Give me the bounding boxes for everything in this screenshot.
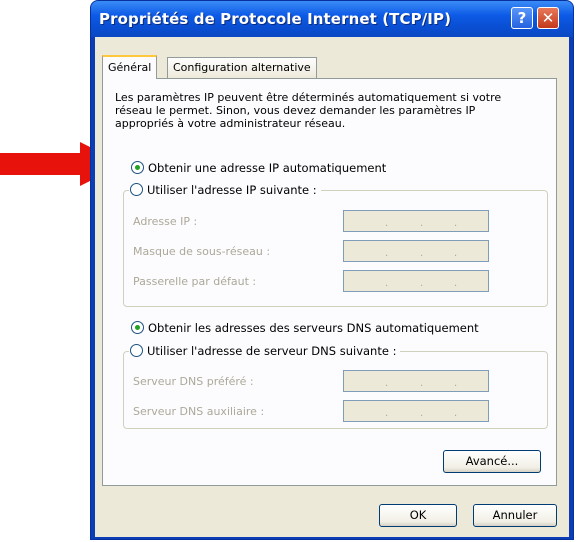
intro-text: Les paramètres IP peuvent être déterminé…: [115, 91, 502, 130]
radio-use-following-ip-label: Utiliser l'adresse IP suivante :: [147, 183, 317, 197]
subnet-mask-input[interactable]: ...: [343, 240, 489, 262]
radio-obtain-ip-auto-label: Obtenir une adresse IP automatiquement: [148, 161, 387, 175]
title-bar: Propriétés de Protocole Internet (TCP/IP…: [91, 1, 573, 37]
alternate-dns-label: Serveur DNS auxiliaire :: [133, 405, 265, 418]
window-title: Propriétés de Protocole Internet (TCP/IP…: [99, 10, 452, 28]
subnet-mask-label: Masque de sous-réseau :: [133, 245, 271, 258]
default-gateway-input[interactable]: ...: [343, 270, 489, 292]
tab-alternate-configuration[interactable]: Configuration alternative: [167, 57, 317, 79]
ip-address-label: Adresse IP :: [133, 215, 198, 228]
preferred-dns-input[interactable]: ...: [343, 370, 489, 392]
radio-selected-icon: [131, 161, 144, 174]
tcpip-properties-dialog: Propriétés de Protocole Internet (TCP/IP…: [90, 0, 574, 540]
alternate-dns-input[interactable]: ...: [343, 400, 489, 422]
ok-button[interactable]: OK: [379, 504, 457, 527]
help-icon[interactable]: ?: [511, 7, 533, 29]
radio-obtain-ip-auto[interactable]: Obtenir une adresse IP automatiquement: [131, 161, 386, 175]
radio-obtain-dns-auto[interactable]: Obtenir les adresses des serveurs DNS au…: [131, 321, 479, 335]
radio-use-following-dns[interactable]: Utiliser l'adresse de serveur DNS suivan…: [129, 344, 401, 358]
preferred-dns-label: Serveur DNS préféré :: [133, 375, 254, 388]
radio-use-following-dns-label: Utiliser l'adresse de serveur DNS suivan…: [147, 344, 397, 358]
cancel-button[interactable]: Annuler: [473, 504, 557, 527]
radio-obtain-dns-auto-label: Obtenir les adresses des serveurs DNS au…: [148, 321, 479, 335]
default-gateway-label: Passerelle par défaut :: [133, 275, 257, 288]
radio-use-following-ip[interactable]: Utiliser l'adresse IP suivante :: [129, 183, 321, 197]
radio-unselected-icon: [130, 344, 143, 357]
close-icon[interactable]: ✕: [537, 7, 559, 29]
tab-general[interactable]: Général: [102, 55, 158, 79]
ip-address-input[interactable]: ...: [343, 210, 489, 232]
dialog-body: Général Configuration alternative Les pa…: [95, 37, 569, 537]
advanced-button[interactable]: Avancé...: [443, 450, 541, 473]
radio-unselected-icon: [130, 183, 143, 196]
general-tab-panel: Les paramètres IP peuvent être déterminé…: [102, 78, 557, 486]
radio-selected-icon: [131, 321, 144, 334]
